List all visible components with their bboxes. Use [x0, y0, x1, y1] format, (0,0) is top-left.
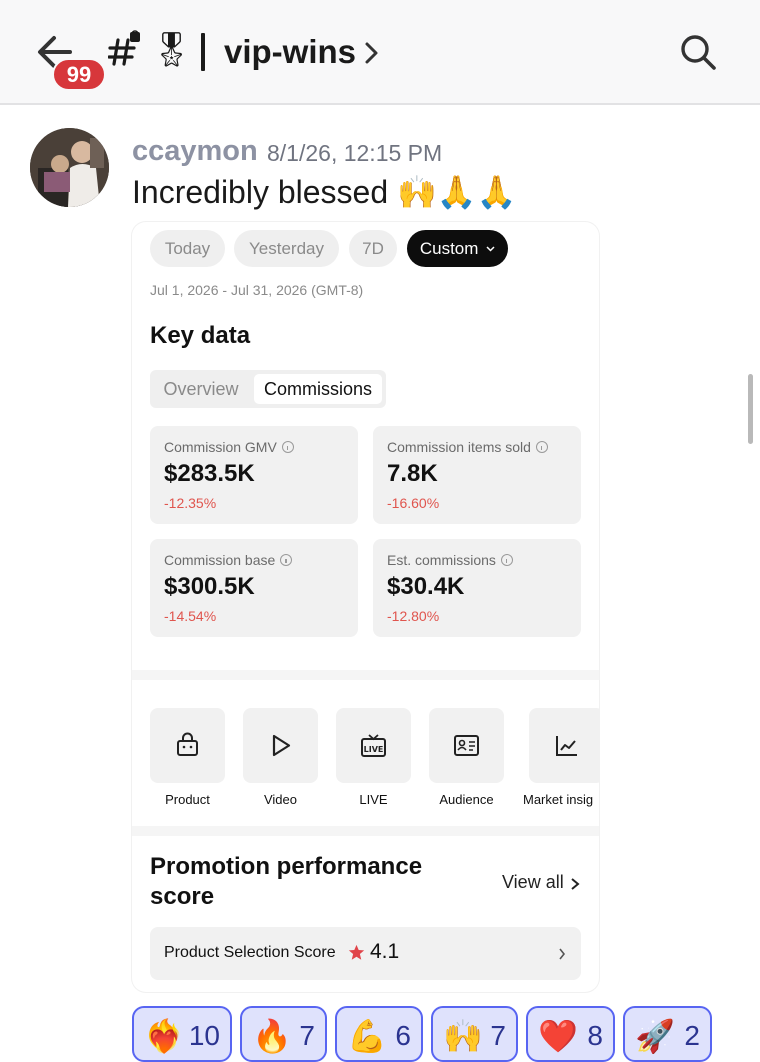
attached-screenshot[interactable]: Today Yesterday 7D Custom Jul 1, 2026 - …	[132, 222, 599, 992]
product-selection-score-row: Product Selection Score 4.1	[150, 927, 581, 980]
info-icon	[280, 554, 293, 566]
tool-market-insights	[529, 708, 599, 783]
avatar-photo	[30, 128, 109, 207]
reaction-emoji: ❤️	[538, 1018, 578, 1054]
stat-label: Commission items sold	[387, 439, 548, 455]
filter-custom: Custom	[407, 230, 508, 267]
tool-audience	[429, 708, 504, 783]
avatar[interactable]	[30, 128, 109, 207]
stat-label-text: Commission GMV	[164, 439, 277, 455]
reaction-count: 2	[684, 1020, 700, 1051]
chat-screen: 99 🎖 vip-wins ccaymon 8/1/26, 12:15 PM I…	[0, 0, 760, 1062]
stat-label-text: Commission base	[164, 552, 276, 568]
message-text: Incredibly blessed 🙌🙏🙏	[132, 174, 517, 210]
filter-yesterday: Yesterday	[234, 230, 339, 267]
tool-live: LIVE	[336, 708, 411, 783]
reaction-emoji: 🙌	[443, 1018, 483, 1054]
promotion-score-heading: Promotion performance score	[150, 853, 423, 910]
chevron-right-icon[interactable]	[362, 40, 382, 66]
filter-custom-label: Custom	[419, 239, 479, 258]
segment-control: Overview Commissions	[150, 370, 386, 408]
tool-product	[150, 708, 225, 783]
channel-hash-icon	[108, 30, 140, 66]
svg-text:LIVE: LIVE	[364, 745, 384, 754]
scrollbar[interactable]	[748, 374, 753, 444]
stat-card: Commission GMV $283.5K -12.35%	[150, 426, 358, 524]
reaction-count: 7	[299, 1020, 315, 1051]
chevron-down-icon	[486, 246, 495, 252]
score-label: Product Selection Score	[164, 944, 336, 961]
shopping-bag-icon	[177, 732, 198, 756]
search-icon[interactable]	[678, 32, 718, 72]
message-timestamp: 8/1/26, 12:15 PM	[267, 140, 443, 166]
stat-change: -12.35%	[164, 495, 217, 511]
reaction-count: 8	[587, 1020, 603, 1051]
tool-video	[243, 708, 318, 783]
unread-badge: 99	[52, 58, 106, 91]
reaction-raised-hands[interactable]: 🙌 7	[431, 1006, 518, 1062]
reaction-heart[interactable]: ❤️ 8	[526, 1006, 615, 1062]
play-icon	[272, 734, 291, 757]
stat-value: $300.5K	[164, 573, 255, 600]
reaction-emoji: 🔥	[252, 1018, 292, 1054]
stat-value: $283.5K	[164, 460, 255, 487]
stat-change: -14.54%	[164, 608, 217, 624]
chevron-right-icon	[559, 948, 566, 960]
stat-card: Commission base $300.5K -14.54%	[150, 539, 358, 637]
info-icon	[281, 441, 294, 453]
stat-label: Commission GMV	[164, 439, 294, 455]
score-value: 4.1	[370, 940, 400, 963]
reaction-heart-on-fire[interactable]: ❤️‍🔥 10	[132, 1006, 232, 1062]
id-card-icon	[454, 735, 479, 756]
channel-name[interactable]: vip-wins	[224, 30, 356, 74]
tool-label: Product	[165, 792, 210, 807]
stat-change: -16.60%	[387, 495, 440, 511]
title-separator	[201, 33, 205, 71]
star-icon	[348, 944, 365, 960]
tool-label: Market insig	[523, 792, 594, 807]
stat-label-text: Commission items sold	[387, 439, 531, 455]
stat-label: Est. commissions	[387, 552, 513, 568]
message-author[interactable]: ccaymon	[132, 131, 258, 171]
date-range: Jul 1, 2026 - Jul 31, 2026 (GMT-8)	[150, 282, 364, 298]
section-divider	[132, 826, 599, 836]
segment-commissions: Commissions	[254, 374, 382, 404]
channel-medal-emoji: 🎖	[150, 31, 194, 69]
stat-label-text: Est. commissions	[387, 552, 496, 568]
section-divider	[132, 670, 599, 680]
filter-today: Today	[150, 230, 225, 267]
filter-7d: 7D	[349, 230, 397, 267]
segment-overview: Overview	[163, 379, 239, 399]
stat-value: 7.8K	[387, 460, 438, 487]
reaction-count: 6	[395, 1020, 411, 1051]
channel-header: 99 🎖 vip-wins	[0, 0, 760, 105]
live-tv-icon: LIVE	[361, 734, 386, 757]
reaction-count: 7	[490, 1020, 506, 1051]
stat-label: Commission base	[164, 552, 293, 568]
stat-change: -12.80%	[387, 608, 440, 624]
stat-value: $30.4K	[387, 573, 465, 600]
reaction-emoji: 💪	[347, 1018, 387, 1054]
info-icon	[500, 554, 513, 566]
stat-card: Commission items sold 7.8K -16.60%	[373, 426, 581, 524]
chevron-right-icon	[571, 878, 580, 890]
tool-label: Audience	[439, 792, 494, 807]
reaction-muscle[interactable]: 💪 6	[335, 1006, 423, 1062]
key-data-heading: Key data	[150, 322, 251, 349]
reaction-emoji: 🚀	[635, 1018, 675, 1054]
stat-card: Est. commissions $30.4K -12.80%	[373, 539, 581, 637]
reaction-count: 10	[188, 1020, 220, 1051]
reaction-rocket[interactable]: 🚀 2	[623, 1006, 712, 1062]
view-all-link: View all	[502, 872, 564, 892]
tool-label: Video	[263, 792, 297, 807]
reaction-emoji: ❤️‍🔥	[144, 1018, 184, 1054]
reaction-fire[interactable]: 🔥 7	[240, 1006, 327, 1062]
tool-label: LIVE	[359, 792, 388, 807]
line-chart-icon	[556, 736, 577, 756]
info-icon	[535, 441, 548, 453]
